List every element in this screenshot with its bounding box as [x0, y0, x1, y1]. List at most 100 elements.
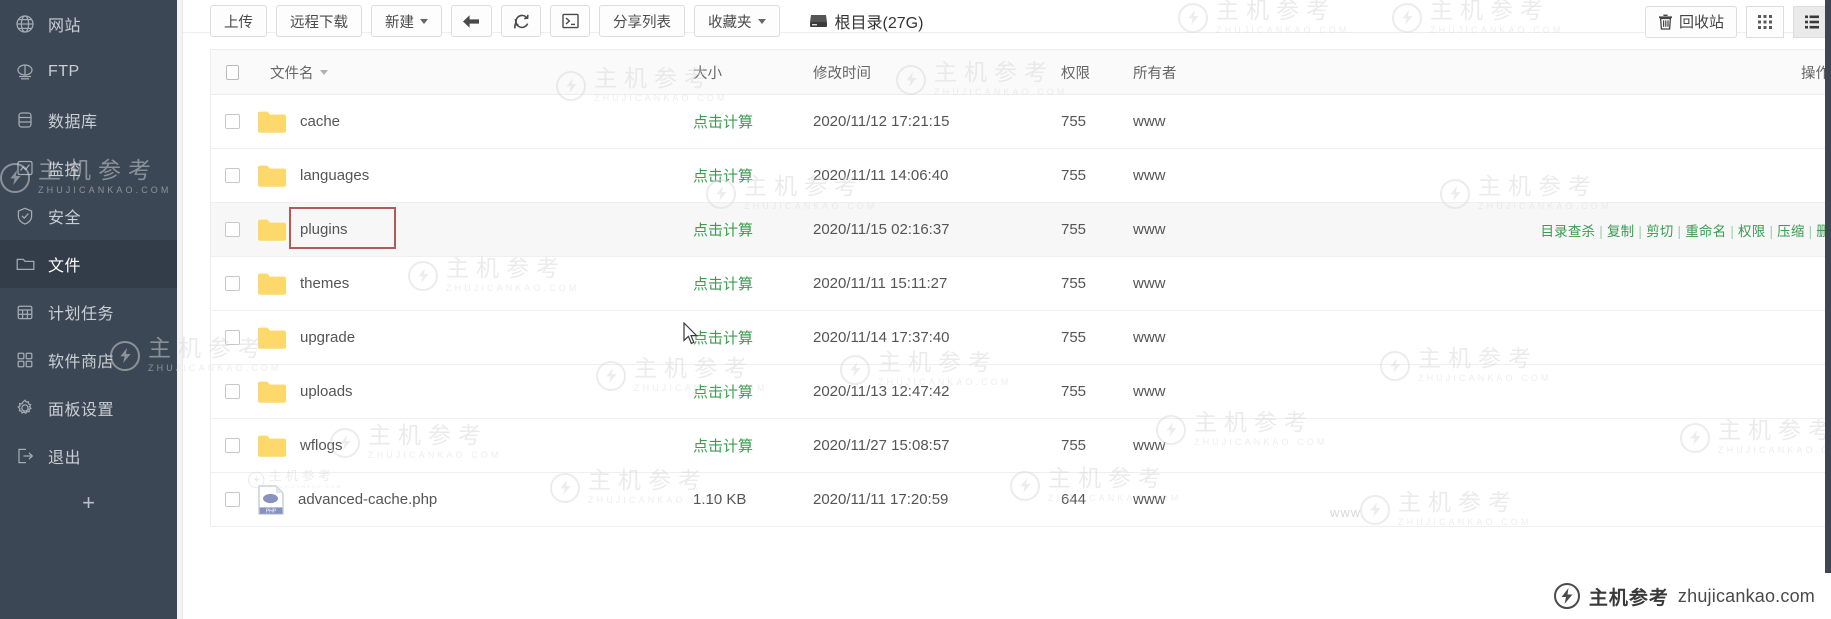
sidebar-item-7[interactable]: 软件商店: [0, 336, 177, 384]
permissions-cell[interactable]: 755: [1061, 113, 1133, 130]
toolbar-button-label: 收藏夹: [708, 14, 752, 31]
file-name-link[interactable]: upgrade: [300, 329, 355, 346]
row-checkbox[interactable]: [224, 330, 240, 345]
header-mtime[interactable]: 修改时间: [813, 62, 1061, 83]
table-row[interactable]: wflogs 点击计算 2020/11/27 15:08:57 755 www: [210, 419, 1831, 473]
calculate-size-link[interactable]: 点击计算: [693, 330, 753, 347]
table-row[interactable]: themes 点击计算 2020/11/11 15:11:27 755 www: [210, 257, 1831, 311]
root-directory-indicator[interactable]: 根目录(27G): [809, 9, 923, 33]
operation-link[interactable]: 复制: [1607, 224, 1634, 239]
header-owner[interactable]: 所有者: [1133, 62, 1423, 83]
row-select-cell: [211, 438, 253, 453]
brand-url: zhujicankao.com: [1677, 585, 1815, 606]
permissions-cell[interactable]: 755: [1061, 329, 1133, 346]
calculate-size-link[interactable]: 点击计算: [693, 114, 753, 131]
row-select-cell: [211, 168, 253, 183]
owner-cell: www: [1133, 329, 1166, 346]
owner-cell: www: [1133, 437, 1166, 454]
toolbar-button-label: 分享列表: [613, 14, 671, 31]
shield-icon: [14, 205, 36, 227]
sidebar-item-label: 软件商店: [48, 354, 115, 371]
folder-icon: [258, 381, 286, 403]
row-checkbox[interactable]: [224, 384, 240, 399]
file-table-header: 文件名 大小 修改时间 权限 所有者 操作: [210, 49, 1831, 95]
file-size-cell: 1.10 KB: [693, 491, 813, 508]
sidebar-item-4[interactable]: 安全: [0, 192, 177, 240]
row-checkbox[interactable]: [224, 276, 240, 291]
file-name-link[interactable]: themes: [300, 275, 349, 292]
row-checkbox[interactable]: [224, 114, 240, 129]
modified-time-cell: 2020/11/11 17:20:59: [813, 491, 949, 508]
sidebar-item-8[interactable]: 面板设置: [0, 384, 177, 432]
permissions-cell[interactable]: 644: [1061, 491, 1133, 508]
toolbar-button-6[interactable]: 分享列表: [599, 5, 685, 37]
table-row[interactable]: upgrade 点击计算 2020/11/14 17:37:40 755 www: [210, 311, 1831, 365]
row-checkbox[interactable]: [224, 492, 240, 507]
modified-time-cell: 2020/11/27 15:08:57: [813, 437, 950, 454]
header-permissions[interactable]: 权限: [1061, 62, 1133, 83]
toolbar-button-0[interactable]: 上传: [210, 5, 267, 37]
operation-link[interactable]: 压缩: [1777, 224, 1804, 239]
file-name-cell: PHP advanced-cache.php: [253, 484, 693, 515]
file-name-link[interactable]: plugins: [300, 221, 348, 238]
table-row[interactable]: uploads 点击计算 2020/11/13 12:47:42 755 www: [210, 365, 1831, 419]
operation-link[interactable]: 权限: [1738, 224, 1765, 239]
permissions-cell[interactable]: 755: [1061, 437, 1133, 454]
sidebar-item-label: 文件: [48, 258, 82, 275]
terminal-icon: [561, 13, 579, 29]
permissions-cell[interactable]: 755: [1061, 383, 1133, 400]
sidebar-item-6[interactable]: 计划任务: [0, 288, 177, 336]
file-name-link[interactable]: languages: [300, 167, 369, 184]
operations-separator: |: [1808, 223, 1813, 239]
toolbar-button-7[interactable]: 收藏夹: [694, 5, 780, 37]
grid-view-button[interactable]: [1746, 5, 1784, 38]
row-checkbox[interactable]: [224, 168, 240, 183]
permissions-cell[interactable]: 755: [1061, 275, 1133, 292]
operation-link[interactable]: 重命名: [1685, 224, 1726, 239]
file-name-cell: languages: [253, 164, 693, 188]
row-checkbox[interactable]: [224, 438, 240, 453]
toolbar-button-1[interactable]: 远程下载: [276, 5, 362, 37]
toolbar-button-2[interactable]: 新建: [371, 5, 442, 37]
header-size[interactable]: 大小: [693, 62, 813, 83]
calculate-size-link[interactable]: 点击计算: [693, 276, 753, 293]
sidebar-add-button[interactable]: +: [0, 480, 177, 526]
file-name-cell: upgrade: [253, 326, 693, 350]
file-name-link[interactable]: uploads: [300, 383, 353, 400]
sidebar-item-9[interactable]: 退出: [0, 432, 177, 480]
file-name-cell: uploads: [253, 380, 693, 404]
operation-link[interactable]: 剪切: [1646, 224, 1673, 239]
sidebar-item-ftp[interactable]: FTP: [0, 48, 177, 96]
table-row[interactable]: plugins 点击计算 2020/11/15 02:16:37 755 www 目录查杀…: [210, 203, 1831, 257]
calculate-size-link[interactable]: 点击计算: [693, 168, 753, 185]
table-row[interactable]: cache 点击计算 2020/11/12 17:21:15 755 www: [210, 95, 1831, 149]
operation-link[interactable]: 目录查杀: [1540, 224, 1595, 239]
folder-icon: [258, 219, 286, 241]
back-arrow-button[interactable]: [451, 5, 492, 37]
select-all-checkbox[interactable]: [225, 64, 239, 80]
sidebar-item-0[interactable]: 网站: [0, 0, 177, 48]
calendar-icon: [14, 301, 36, 323]
sidebar-item-label: 面板设置: [48, 402, 115, 419]
owner-cell: www: [1133, 491, 1166, 508]
permissions-cell[interactable]: 755: [1061, 167, 1133, 184]
file-name-link[interactable]: wflogs: [300, 437, 343, 454]
table-row[interactable]: PHP advanced-cache.php 1.10 KB 2020/11/11 …: [210, 473, 1831, 527]
sidebar-item-2[interactable]: 数据库: [0, 96, 177, 144]
permissions-cell[interactable]: 755: [1061, 221, 1133, 238]
operations-separator: |: [1638, 223, 1643, 239]
folder-icon: [258, 435, 286, 457]
file-name-link[interactable]: cache: [300, 113, 340, 130]
sidebar-item-3[interactable]: 监控: [0, 144, 177, 192]
sidebar-item-5[interactable]: 文件: [0, 240, 177, 288]
row-checkbox[interactable]: [224, 222, 240, 237]
calculate-size-link[interactable]: 点击计算: [693, 384, 753, 401]
calculate-size-link[interactable]: 点击计算: [693, 222, 753, 239]
header-filename[interactable]: 文件名: [253, 62, 693, 83]
refresh-button[interactable]: [501, 5, 541, 37]
recycle-bin-button[interactable]: 回收站: [1644, 5, 1737, 38]
table-row[interactable]: languages 点击计算 2020/11/11 14:06:40 755 www: [210, 149, 1831, 203]
calculate-size-link[interactable]: 点击计算: [693, 438, 753, 455]
terminal-button[interactable]: [550, 5, 590, 37]
file-name-link[interactable]: advanced-cache.php: [298, 491, 437, 508]
